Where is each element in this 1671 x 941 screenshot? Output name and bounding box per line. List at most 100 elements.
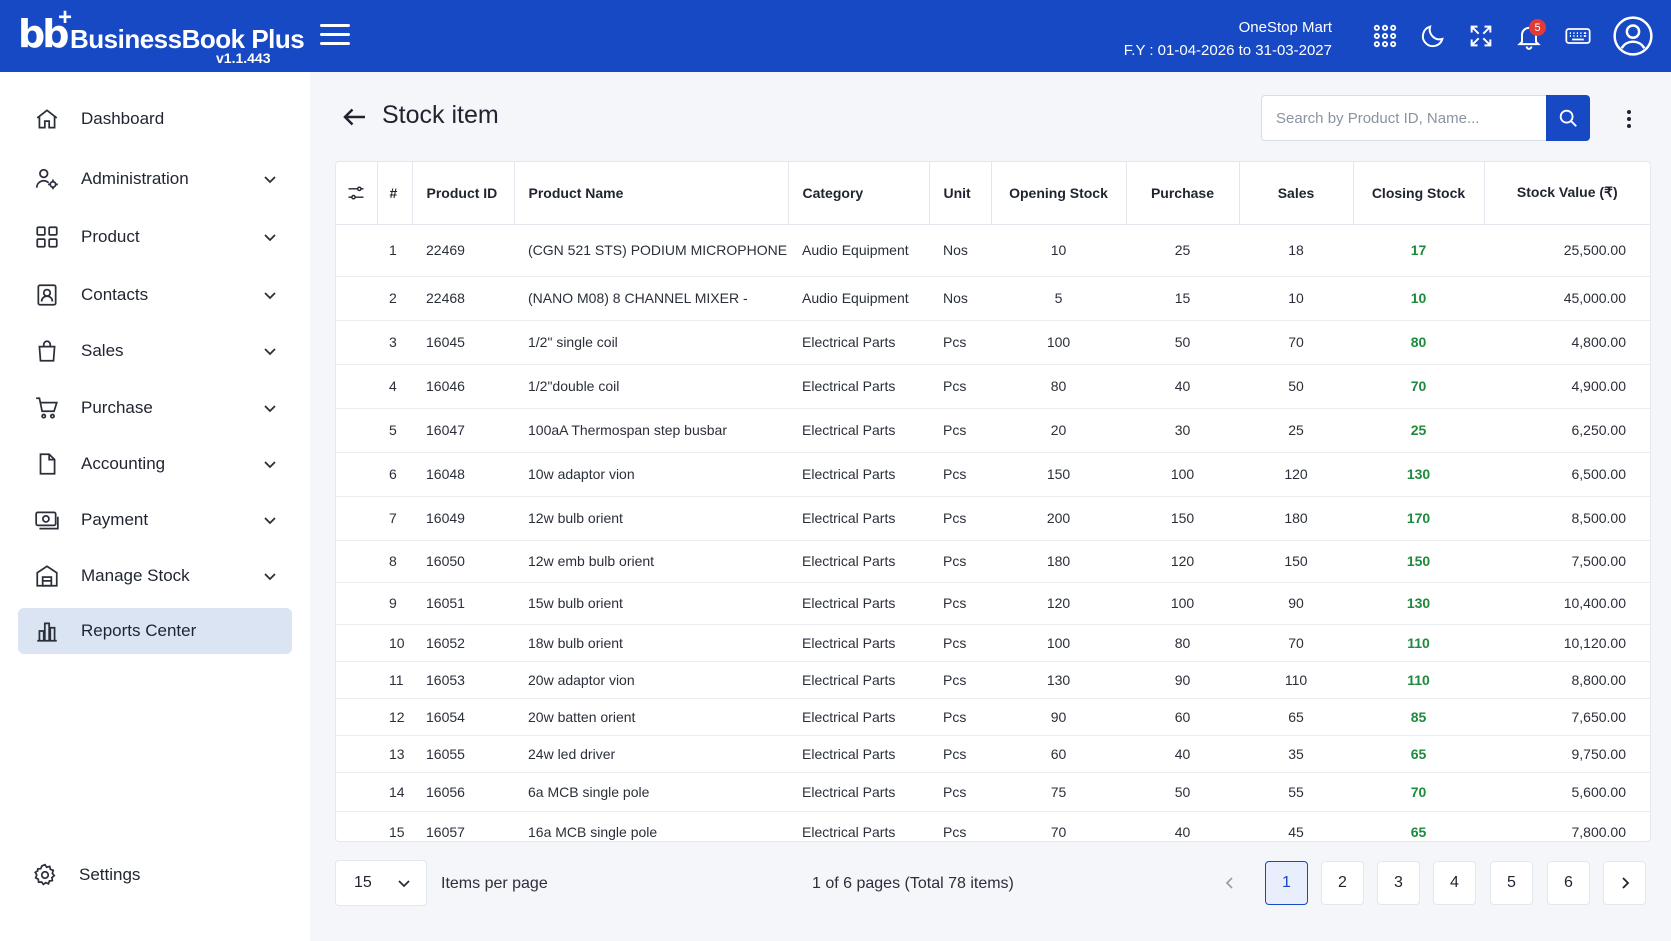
- back-button[interactable]: [340, 102, 370, 132]
- row-spacer: [336, 276, 377, 321]
- table-row[interactable]: 8 16050 12w emb bulb orient Electrical Part…: [336, 540, 1650, 583]
- cell-purchase: 40: [1174, 823, 1191, 840]
- cell-category: Electrical Parts: [802, 823, 896, 840]
- table-row[interactable]: 3 16045 1/2" single coil Electrical Parts Pc…: [336, 320, 1650, 365]
- page-button-2[interactable]: 2: [1321, 861, 1364, 905]
- dark-mode-icon[interactable]: [1414, 17, 1452, 55]
- more-options-button[interactable]: [1606, 101, 1652, 137]
- fullscreen-icon[interactable]: [1462, 17, 1500, 55]
- page-button-1[interactable]: 1: [1265, 861, 1308, 905]
- cell-purchase: 50: [1126, 772, 1239, 812]
- company-name: OneStop Mart: [1238, 19, 1332, 36]
- page-button-4[interactable]: 4: [1433, 861, 1476, 905]
- search-button[interactable]: [1546, 95, 1590, 141]
- cell-product-id: 16046: [412, 364, 514, 409]
- cell-row-index: 14: [377, 772, 412, 812]
- column-settings-button[interactable]: [336, 162, 378, 225]
- cell-stock-value: 4,900.00: [1484, 364, 1650, 409]
- document-icon: [32, 449, 62, 479]
- column-header-unit[interactable]: Unit: [929, 162, 992, 225]
- cell-row-index: 5: [377, 408, 412, 453]
- user-avatar-button[interactable]: [1610, 13, 1656, 59]
- cell-category: Audio Equipment: [788, 276, 929, 321]
- cell-category: Audio Equipment: [788, 224, 929, 277]
- column-header-purchase[interactable]: Purchase: [1126, 162, 1240, 225]
- items-per-page-select[interactable]: 15: [335, 860, 427, 906]
- table-row[interactable]: 12 16054 20w batten orient Electrical Parts…: [336, 698, 1650, 736]
- sidebar-item-settings[interactable]: Settings: [18, 852, 292, 898]
- table-row[interactable]: 4 16046 1/2"double coil Electrical Parts Pcs…: [336, 364, 1650, 409]
- sidebar-item-payment[interactable]: Payment: [18, 497, 292, 543]
- column-header-product-id[interactable]: Product ID: [412, 162, 515, 225]
- sidebar-item-sales[interactable]: Sales: [18, 328, 292, 374]
- table-row[interactable]: 15 16057 16a MCB single pole Electrical Par…: [336, 811, 1650, 841]
- cell-closing-stock: 80: [1353, 320, 1484, 365]
- table-row[interactable]: 5 16047 100aA Thermospan step busbar Electr…: [336, 408, 1650, 453]
- contact-card-icon: [32, 280, 62, 310]
- cell-closing-stock: 70: [1353, 772, 1484, 812]
- table-row[interactable]: 11 16053 20w adaptor vion Electrical Parts P…: [336, 661, 1650, 699]
- column-header-stock-value[interactable]: Stock Value (₹): [1484, 162, 1650, 225]
- cell-row-index: 8: [377, 540, 412, 583]
- table-row[interactable]: 9 16051 15w bulb orient Electrical Parts Pcs…: [336, 582, 1650, 625]
- apps-grid-icon[interactable]: [1366, 17, 1404, 55]
- sidebar-item-label: Sales: [81, 341, 124, 360]
- cell-opening-stock: 20: [991, 408, 1126, 453]
- sidebar-item-administration[interactable]: Administration: [18, 156, 292, 202]
- menu-toggle-button[interactable]: [320, 24, 350, 48]
- next-page-button[interactable]: [1603, 861, 1646, 905]
- table-row[interactable]: 2 22468 (NANO M08) 8 CHANNEL MIXER - Audio …: [336, 276, 1650, 321]
- column-header-sales[interactable]: Sales: [1239, 162, 1354, 225]
- page-button-6[interactable]: 6: [1547, 861, 1590, 905]
- cell-stock-value: 45,000.00: [1484, 276, 1650, 321]
- cell-stock-value: 10,120.00: [1484, 624, 1650, 662]
- chevron-down-icon: [260, 454, 280, 474]
- previous-page-button[interactable]: [1213, 866, 1247, 900]
- column-header-opening-stock[interactable]: Opening Stock: [991, 162, 1127, 225]
- cell-product-id: 16049: [412, 496, 514, 541]
- notifications-button[interactable]: 5: [1510, 17, 1548, 55]
- cell-closing-stock: 130: [1353, 452, 1484, 497]
- sidebar-item-label: Manage Stock: [81, 566, 190, 585]
- cell-sales: 120: [1239, 452, 1353, 497]
- sidebar-item-contacts[interactable]: Contacts: [18, 272, 292, 318]
- table-row[interactable]: 6 16048 10w adaptor vion Electrical Parts Pc…: [336, 452, 1650, 497]
- cell-purchase: 40: [1126, 735, 1239, 773]
- cell-closing-stock: 10: [1353, 276, 1484, 321]
- cell-closing-stock: 130: [1353, 582, 1484, 625]
- table-row[interactable]: 10 16052 18w bulb orient Electrical Parts Pc…: [336, 624, 1650, 662]
- column-header-closing-stock[interactable]: Closing Stock: [1353, 162, 1485, 225]
- sidebar-item-product[interactable]: Product: [18, 214, 292, 260]
- cell-category: Electrical Parts: [788, 624, 929, 662]
- sidebar-item-label: Reports Center: [81, 621, 197, 640]
- cell-product-name: 20w batten orient: [514, 698, 788, 736]
- cell-product-name: 10w adaptor vion: [514, 452, 788, 497]
- chevron-down-icon: [398, 880, 410, 888]
- cell-purchase: 80: [1126, 624, 1239, 662]
- search-icon: [1559, 109, 1577, 127]
- column-header-index[interactable]: #: [377, 162, 413, 225]
- cell-purchase: 100: [1126, 452, 1239, 497]
- page-button-5[interactable]: 5: [1490, 861, 1533, 905]
- table-row[interactable]: 13 16055 24w led driver Electrical Parts Pcs…: [336, 735, 1650, 773]
- table-row[interactable]: 14 16056 6a MCB single pole Electrical Part…: [336, 772, 1650, 812]
- sidebar-item-purchase[interactable]: Purchase: [18, 385, 292, 431]
- sidebar-item-manage-stock[interactable]: Manage Stock: [18, 553, 292, 599]
- cell-stock-value: 8,800.00: [1484, 661, 1650, 699]
- table-row[interactable]: 7 16049 12w bulb orient Electrical Parts Pcs…: [336, 496, 1650, 541]
- column-header-product-name[interactable]: Product Name: [514, 162, 789, 225]
- cell-stock-value: 7,500.00: [1484, 540, 1650, 583]
- page-button-3[interactable]: 3: [1377, 861, 1420, 905]
- keyboard-icon[interactable]: [1559, 17, 1597, 55]
- sidebar-item-reports-center[interactable]: Reports Center: [18, 608, 292, 654]
- column-header-category[interactable]: Category: [788, 162, 930, 225]
- sidebar-item-accounting[interactable]: Accounting: [18, 441, 292, 487]
- grid-icon: [32, 222, 62, 252]
- search-input[interactable]: [1261, 95, 1546, 141]
- cell-row-index: 9: [377, 582, 412, 625]
- cell-product-name: 20w adaptor vion: [514, 661, 788, 699]
- sidebar-item-label: Accounting: [81, 454, 166, 473]
- app-logo[interactable]: bb + BusinessBook Plus v1.1.443: [18, 4, 305, 66]
- sidebar-item-dashboard[interactable]: Dashboard: [18, 96, 292, 142]
- table-row[interactable]: 1 22469 (CGN 521 STS) PODIUM MICROPHONE Aud…: [336, 224, 1650, 277]
